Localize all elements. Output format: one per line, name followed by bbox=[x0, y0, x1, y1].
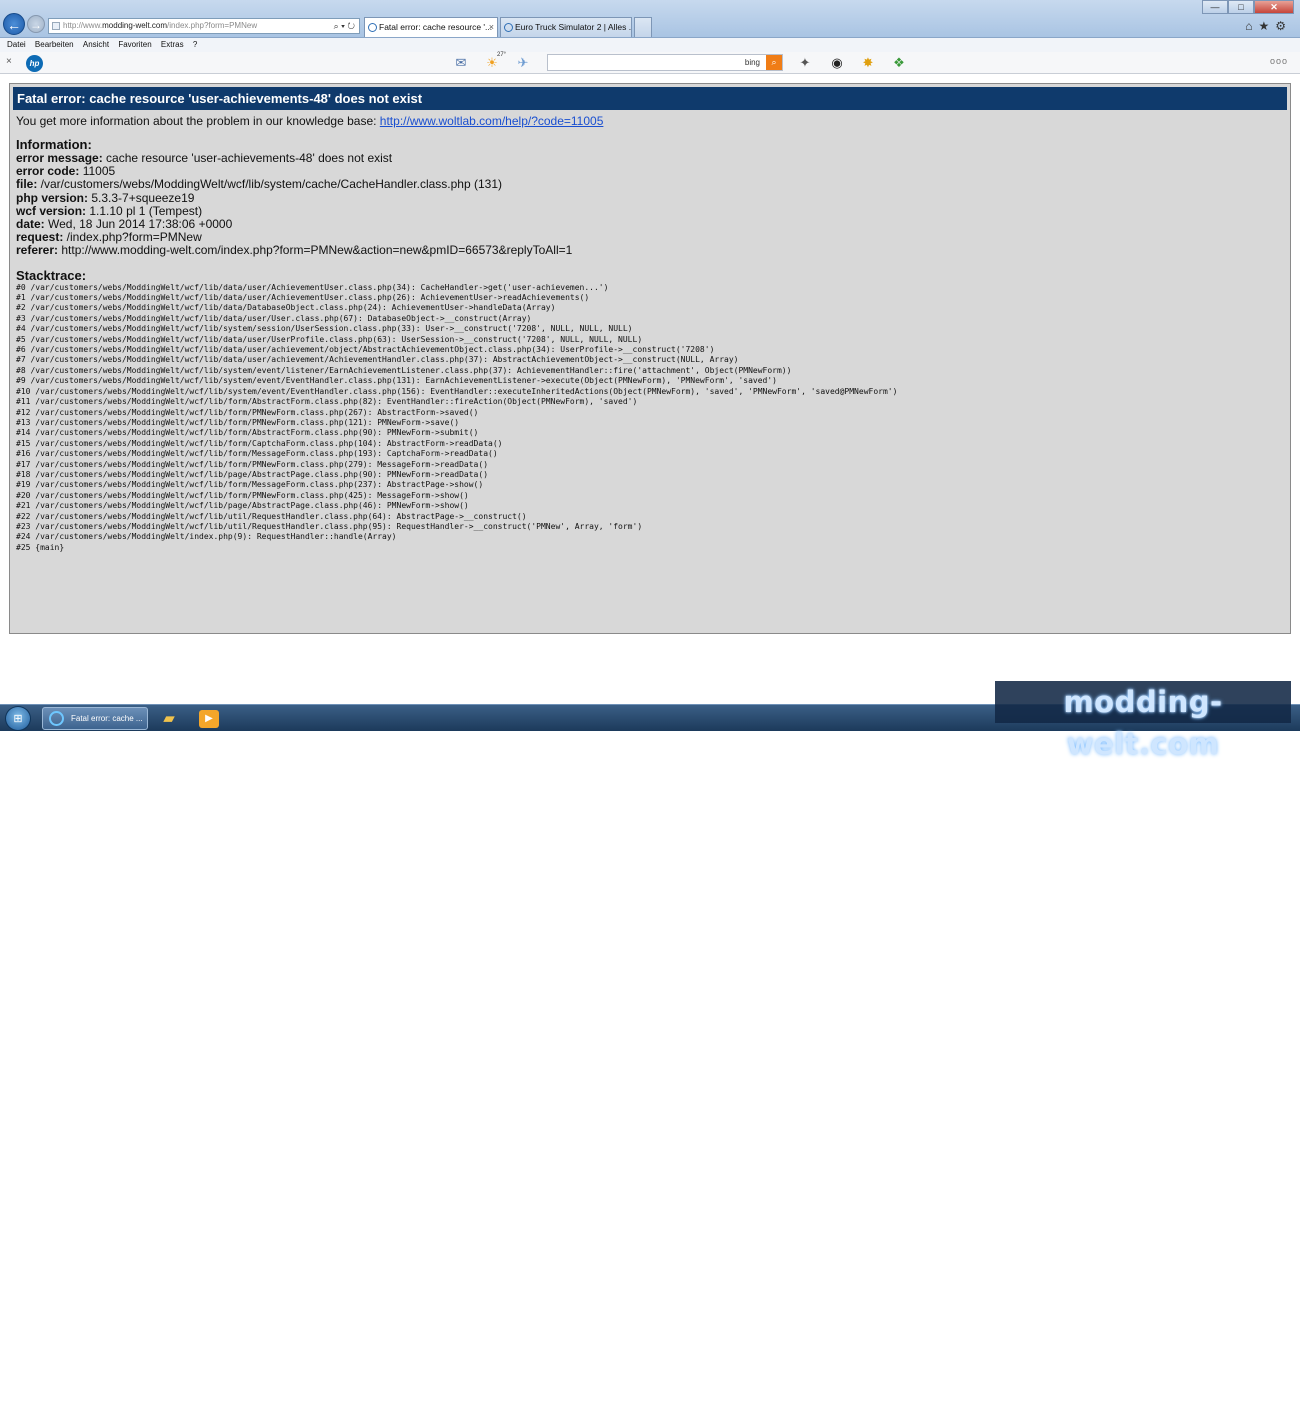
stacktrace: #0 /var/customers/webs/ModdingWelt/wcf/l… bbox=[16, 283, 1284, 554]
stacktrace-line: #24 /var/customers/webs/ModdingWelt/inde… bbox=[16, 532, 397, 542]
kb-text: You get more information about the probl… bbox=[16, 114, 380, 128]
close-tab-icon[interactable]: × bbox=[489, 18, 494, 37]
stacktrace-line: #10 /var/customers/webs/ModdingWelt/wcf/… bbox=[16, 386, 898, 396]
back-button[interactable]: ← bbox=[3, 13, 25, 35]
stacktrace-line: #1 /var/customers/webs/ModdingWelt/wcf/l… bbox=[16, 293, 590, 303]
games-icon[interactable]: ✸ bbox=[859, 55, 877, 71]
stacktrace-line: #11 /var/customers/webs/ModdingWelt/wcf/… bbox=[16, 397, 638, 407]
shopping-icon[interactable]: ✦ bbox=[796, 55, 814, 71]
ie-icon bbox=[368, 23, 377, 32]
window-controls: — □ ✕ bbox=[1202, 0, 1294, 14]
taskbar-ie-label: Fatal error: cache ... bbox=[71, 714, 143, 723]
stacktrace-line: #18 /var/customers/webs/ModdingWelt/wcf/… bbox=[16, 469, 489, 479]
menu-item-ansicht[interactable]: Ansicht bbox=[83, 38, 109, 51]
forward-button[interactable]: → bbox=[27, 15, 45, 33]
information-heading: Information: bbox=[16, 137, 92, 152]
error-body: You get more information about the probl… bbox=[16, 114, 1284, 553]
windows-logo-icon: ⊞ bbox=[13, 713, 23, 725]
tab-euro-truck-simulator[interactable]: Euro Truck Simulator 2 | Alles ... bbox=[500, 17, 632, 37]
stacktrace-line: #2 /var/customers/webs/ModdingWelt/wcf/l… bbox=[16, 303, 556, 313]
stacktrace-line: #8 /var/customers/webs/ModdingWelt/wcf/l… bbox=[16, 365, 792, 375]
tab-label: Euro Truck Simulator 2 | Alles ... bbox=[515, 22, 632, 32]
stacktrace-line: #20 /var/customers/webs/ModdingWelt/wcf/… bbox=[16, 490, 469, 500]
kb-link[interactable]: http://www.woltlab.com/help/?code=11005 bbox=[380, 114, 604, 128]
address-url-path: /index.php?form=PMNew bbox=[167, 21, 258, 30]
maximize-button[interactable]: □ bbox=[1228, 0, 1254, 14]
knowledge-base-line: You get more information about the probl… bbox=[16, 114, 1284, 128]
stacktrace-line: #6 /var/customers/webs/ModdingWelt/wcf/l… bbox=[16, 345, 715, 355]
stacktrace-line: #25 {main} bbox=[16, 542, 65, 552]
address-url-domain: modding-welt.com bbox=[102, 21, 168, 30]
arrow-right-icon: → bbox=[30, 18, 42, 32]
menu-item-datei[interactable]: Datei bbox=[7, 38, 26, 51]
menu-item-extras[interactable]: Extras bbox=[161, 38, 184, 51]
tab-fatal-error[interactable]: Fatal error: cache resource '... × bbox=[364, 17, 498, 37]
address-url-prefix: http://www. bbox=[63, 21, 103, 30]
stacktrace-line: #12 /var/customers/webs/ModdingWelt/wcf/… bbox=[16, 407, 479, 417]
menu-bar: Datei Bearbeiten Ansicht Favoriten Extra… bbox=[0, 38, 1300, 52]
bing-logo: bing bbox=[744, 58, 760, 67]
stacktrace-line: #17 /var/customers/webs/ModdingWelt/wcf/… bbox=[16, 459, 489, 469]
tab-label: Fatal error: cache resource '... bbox=[379, 22, 493, 32]
stacktrace-line: #5 /var/customers/webs/ModdingWelt/wcf/l… bbox=[16, 334, 643, 344]
stacktrace-line: #9 /var/customers/webs/ModdingWelt/wcf/l… bbox=[16, 376, 777, 386]
info-row: file: /var/customers/webs/ModdingWelt/wc… bbox=[16, 177, 502, 192]
weather-temp: 27° bbox=[497, 52, 507, 58]
stacktrace-line: #15 /var/customers/webs/ModdingWelt/wcf/… bbox=[16, 438, 503, 448]
minimize-button[interactable]: — bbox=[1202, 0, 1228, 14]
stacktrace-line: #23 /var/customers/webs/ModdingWelt/wcf/… bbox=[16, 521, 643, 531]
more-options-icon[interactable]: ooo bbox=[1270, 56, 1288, 66]
menu-item-favoriten[interactable]: Favoriten bbox=[118, 38, 151, 51]
stacktrace-line: #0 /var/customers/webs/ModdingWelt/wcf/l… bbox=[16, 282, 609, 292]
eye-icon[interactable]: ◉ bbox=[828, 55, 846, 71]
stacktrace-line: #3 /var/customers/webs/ModdingWelt/wcf/l… bbox=[16, 313, 532, 323]
info-row: date: Wed, 18 Jun 2014 17:38:06 +0000 bbox=[16, 217, 233, 232]
stacktrace-heading: Stacktrace: bbox=[16, 267, 87, 283]
taskbar-ie-window[interactable]: Fatal error: cache ... bbox=[42, 707, 148, 730]
stacktrace-line: #22 /var/customers/webs/ModdingWelt/wcf/… bbox=[16, 511, 527, 521]
clock-date[interactable]: 18.06.2014 bbox=[1240, 1421, 1294, 1428]
media-player-icon[interactable]: ▶ bbox=[199, 710, 219, 728]
close-window-button[interactable]: ✕ bbox=[1254, 0, 1294, 14]
browser-titlebar: ← → http://www.modding-welt.com/index.ph… bbox=[0, 0, 1300, 38]
start-button[interactable]: ⊞ bbox=[5, 706, 31, 731]
info-row: php version: 5.3.3-7+squeeze19 bbox=[16, 190, 195, 205]
bing-search-input[interactable]: bing ⌕ bbox=[547, 54, 783, 71]
menu-item-bearbeiten[interactable]: Bearbeiten bbox=[35, 38, 74, 51]
watermark: modding-welt.com bbox=[995, 681, 1291, 761]
hp-logo[interactable]: hp bbox=[26, 55, 43, 72]
stacktrace-line: #14 /var/customers/webs/ModdingWelt/wcf/… bbox=[16, 428, 479, 438]
ie-icon bbox=[49, 711, 64, 726]
news-icon[interactable]: ✉ bbox=[452, 55, 470, 71]
stacktrace-line: #13 /var/customers/webs/ModdingWelt/wcf/… bbox=[16, 417, 460, 427]
menu-item-help[interactable]: ? bbox=[193, 38, 197, 51]
folder-icon[interactable]: ▰ bbox=[156, 709, 182, 729]
search-icon[interactable]: ⌕ bbox=[766, 55, 782, 70]
apps-icon[interactable]: ❖ bbox=[890, 55, 908, 71]
home-favorites-settings-icons[interactable]: ⌂★⚙ bbox=[1245, 19, 1292, 33]
arrow-left-icon: ← bbox=[7, 17, 21, 33]
error-panel: Fatal error: cache resource 'user-achiev… bbox=[9, 83, 1291, 634]
page-favicon-icon bbox=[52, 22, 60, 30]
stacktrace-line: #4 /var/customers/webs/ModdingWelt/wcf/l… bbox=[16, 324, 633, 334]
new-tab-button[interactable] bbox=[634, 17, 652, 37]
mail-icon[interactable]: ✈ bbox=[514, 55, 532, 71]
stacktrace-line: #7 /var/customers/webs/ModdingWelt/wcf/l… bbox=[16, 355, 739, 365]
error-title: Fatal error: cache resource 'user-achiev… bbox=[13, 87, 1287, 110]
hp-toolbar: × hp ✉ ☀ 27° ✈ bing ⌕ ✦ ◉ ✸ ❖ ooo bbox=[0, 52, 1300, 74]
page-content: Fatal error: cache resource 'user-achiev… bbox=[0, 75, 1300, 703]
address-tools-icons[interactable]: ⌕ ▾ ↻ bbox=[334, 19, 355, 33]
info-row: referer: http://www.modding-welt.com/ind… bbox=[16, 243, 573, 258]
stacktrace-line: #21 /var/customers/webs/ModdingWelt/wcf/… bbox=[16, 501, 469, 511]
ie-icon bbox=[504, 23, 513, 32]
stacktrace-line: #19 /var/customers/webs/ModdingWelt/wcf/… bbox=[16, 480, 484, 490]
info-row: error message: cache resource 'user-achi… bbox=[16, 151, 393, 165]
address-bar[interactable]: http://www.modding-welt.com/index.php?fo… bbox=[48, 18, 360, 34]
close-toolbar-icon[interactable]: × bbox=[6, 56, 12, 67]
stacktrace-line: #16 /var/customers/webs/ModdingWelt/wcf/… bbox=[16, 449, 498, 459]
